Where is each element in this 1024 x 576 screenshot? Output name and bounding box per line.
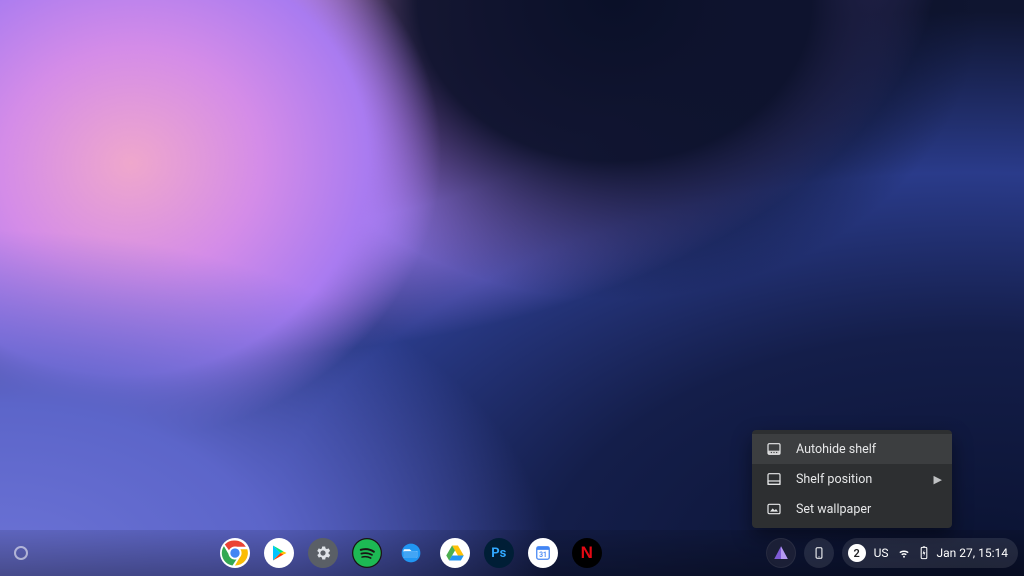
ime-label: US	[874, 546, 889, 560]
play-store-icon	[270, 544, 288, 562]
submenu-arrow-icon: ▶	[934, 473, 942, 486]
image-icon	[766, 501, 782, 517]
ime-badge: 2	[848, 544, 866, 562]
app-calendar[interactable]: 31	[528, 538, 558, 568]
launcher-button[interactable]	[14, 546, 28, 560]
chrome-icon	[220, 538, 250, 568]
app-play-store[interactable]	[264, 538, 294, 568]
menu-item-label: Shelf position	[796, 472, 872, 487]
app-spotify[interactable]	[352, 538, 382, 568]
app-files[interactable]	[396, 538, 426, 568]
tray-phone-hub[interactable]	[804, 538, 834, 568]
spotify-icon	[352, 538, 382, 568]
menu-item-set-wallpaper[interactable]: Set wallpaper	[752, 494, 952, 524]
app-settings[interactable]	[308, 538, 338, 568]
app-netflix[interactable]: N	[572, 538, 602, 568]
app-drive[interactable]	[440, 538, 470, 568]
shelf-icon	[766, 441, 782, 457]
shelf-context-menu: Autohide shelf Shelf position ▶ Set wall…	[752, 430, 952, 528]
status-area[interactable]: 2 US Jan 27, 15:14	[842, 538, 1018, 568]
shelf: Ps 31 N	[0, 530, 1024, 576]
system-tray: 2 US Jan 27, 15:14	[766, 538, 1018, 568]
photoshop-icon: Ps	[491, 546, 506, 561]
app-photoshop[interactable]: Ps	[484, 538, 514, 568]
battery-icon	[919, 546, 929, 560]
phone-icon	[812, 546, 826, 560]
wifi-icon	[897, 546, 911, 560]
shelf-apps: Ps 31 N	[56, 538, 766, 568]
menu-item-label: Set wallpaper	[796, 502, 871, 517]
status-datetime: Jan 27, 15:14	[937, 546, 1008, 560]
netflix-icon: N	[581, 543, 593, 563]
menu-item-autohide-shelf[interactable]: Autohide shelf	[752, 434, 952, 464]
drive-icon	[445, 543, 465, 563]
svg-text:31: 31	[539, 551, 547, 559]
menu-item-shelf-position[interactable]: Shelf position ▶	[752, 464, 952, 494]
tray-app-assistant[interactable]	[766, 538, 796, 568]
gear-icon	[314, 544, 332, 562]
menu-item-label: Autohide shelf	[796, 442, 876, 457]
files-icon	[396, 538, 426, 568]
assistant-icon	[772, 544, 790, 562]
position-icon	[766, 471, 782, 487]
app-chrome[interactable]	[220, 538, 250, 568]
calendar-icon: 31	[528, 538, 558, 568]
